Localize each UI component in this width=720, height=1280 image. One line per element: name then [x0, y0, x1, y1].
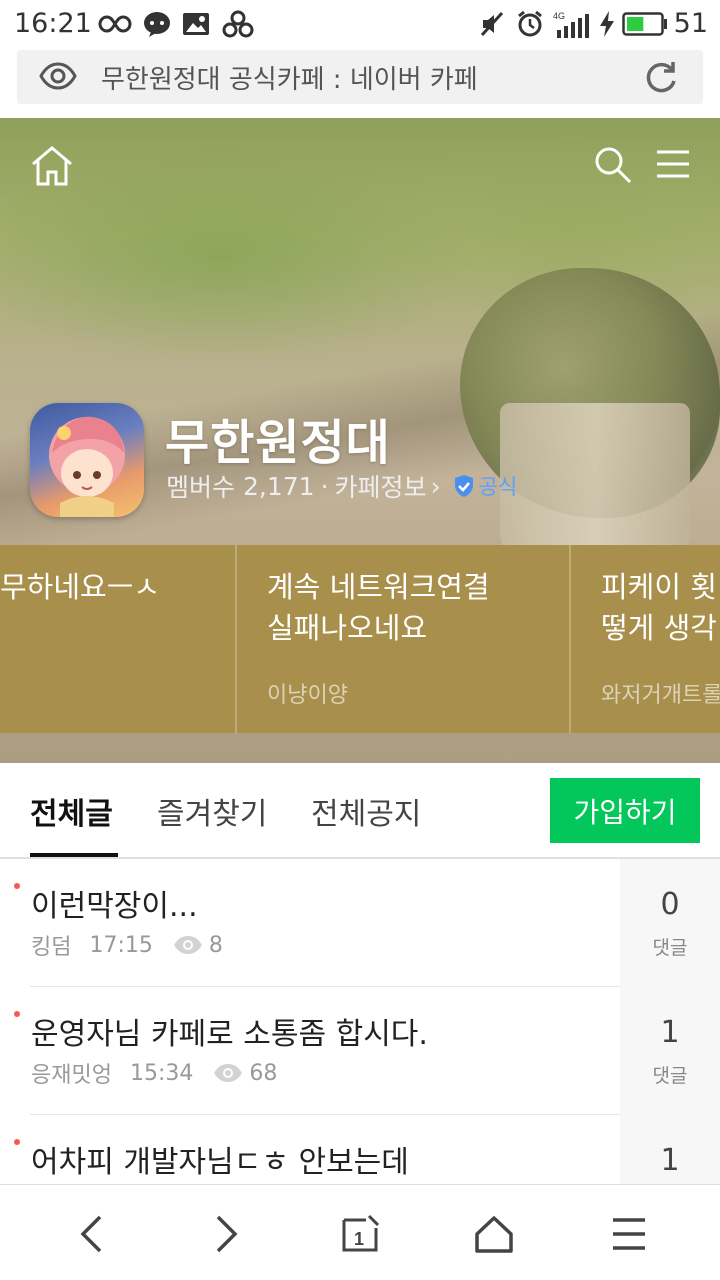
app-notification-icon — [222, 10, 254, 38]
post-title[interactable]: 운영자님 카페로 소통좀 합시다. — [31, 1009, 428, 1053]
search-icon[interactable] — [594, 146, 632, 188]
active-tab-indicator — [30, 853, 118, 857]
post-list-item[interactable]: 어차피 개발자님ㄷㅎ 안보는데 1 — [0, 1115, 720, 1184]
back-arrow-icon[interactable] — [66, 1209, 116, 1259]
view-count-eye-icon — [173, 935, 203, 955]
eye-icon[interactable] — [39, 62, 77, 94]
popular-card-title: 계속 네트워크연결 실패나오네요 — [267, 570, 490, 645]
popular-card[interactable]: 피케이 횟 떻게 생각 와저거개트롤 — [571, 545, 720, 733]
popular-card-title: 무하네요ㅡㅅ — [0, 570, 161, 604]
comment-label: 댓글 — [652, 1065, 688, 1087]
new-post-dot-icon — [14, 883, 20, 889]
popular-card-author: 와저거개트롤 — [601, 683, 720, 708]
home-icon[interactable] — [30, 146, 74, 190]
post-time: 17:15 — [89, 932, 153, 958]
battery-icon — [622, 10, 668, 38]
new-post-dot-icon — [14, 1011, 20, 1017]
reload-icon[interactable] — [643, 59, 679, 99]
post-meta: 응재밋엉 15:34 68 — [31, 1057, 277, 1089]
board-tabs: 전체글 즐겨찾기 전체공지 가입하기 — [0, 763, 720, 859]
browser-bottom-nav: 1 — [0, 1184, 720, 1280]
post-author: 킹덤 — [31, 935, 72, 960]
status-bar: 16:21 4G 51 — [0, 0, 720, 50]
view-count-eye-icon — [213, 1063, 243, 1083]
comment-count: 1 — [660, 1015, 680, 1050]
chat-bubble-icon — [143, 10, 171, 38]
cafe-name: 무한원정대 — [165, 415, 391, 471]
network-type-label: 4G — [553, 11, 565, 21]
tabs-icon[interactable]: 1 — [335, 1209, 385, 1259]
infinity-icon — [98, 10, 132, 38]
tab-favorites[interactable]: 즐겨찾기 — [157, 789, 267, 833]
charging-bolt-icon — [598, 10, 616, 38]
chevron-right-icon[interactable]: › — [431, 472, 441, 501]
comment-count-box[interactable]: 0 댓글 — [620, 859, 720, 987]
comment-count: 0 — [660, 887, 680, 922]
shield-check-icon — [454, 475, 473, 497]
post-title[interactable]: 어차피 개발자님ㄷㅎ 안보는데 — [31, 1137, 409, 1181]
separator-dot-icon: · — [320, 471, 329, 501]
tab-count: 1 — [354, 1229, 364, 1249]
address-bar[interactable]: 무한원정대 공식카페 : 네이버 카페 — [17, 50, 703, 104]
post-author: 응재밋엉 — [31, 1063, 112, 1088]
post-list-item[interactable]: 운영자님 카페로 소통좀 합시다. 응재밋엉 15:34 68 1 댓글 — [0, 987, 720, 1115]
cafe-avatar[interactable] — [30, 403, 144, 517]
join-cafe-button[interactable]: 가입하기 — [550, 778, 700, 843]
mute-icon — [478, 10, 506, 38]
member-label: 멤버수 — [166, 473, 236, 502]
post-title[interactable]: 이런막장이... — [31, 881, 198, 925]
popular-card[interactable]: 무하네요ㅡㅅ — [0, 545, 237, 733]
browser-menu-icon[interactable] — [604, 1209, 654, 1259]
new-post-dot-icon — [14, 1139, 20, 1145]
forward-arrow-icon[interactable] — [202, 1209, 252, 1259]
post-meta: 킹덤 17:15 8 — [31, 929, 223, 961]
status-time: 16:21 — [14, 8, 92, 39]
post-views: 68 — [249, 1060, 278, 1086]
post-list-item[interactable]: 이런막장이... 킹덤 17:15 8 0 댓글 — [0, 859, 720, 987]
post-time: 15:34 — [129, 1060, 194, 1086]
page-title[interactable]: 무한원정대 공식카페 : 네이버 카페 — [101, 59, 478, 96]
battery-level: 51 — [673, 8, 708, 39]
tab-all-posts[interactable]: 전체글 — [30, 789, 113, 833]
cafe-meta: 멤버수 2,171 · 카페정보 › 공식 — [166, 468, 517, 504]
popular-card[interactable]: 계속 네트워크연결 실패나오네요 이냥이양 — [237, 545, 571, 733]
image-notification-icon — [182, 10, 210, 38]
popular-posts-carousel[interactable]: 무하네요ㅡㅅ 계속 네트워크연결 실패나오네요 이냥이양 피케이 횟 떻게 생각… — [0, 545, 720, 733]
menu-icon[interactable] — [656, 150, 690, 182]
comment-count: 1 — [660, 1143, 680, 1178]
hero-background-pot — [500, 403, 690, 563]
alarm-icon — [516, 10, 544, 38]
cafe-info-link[interactable]: 카페정보 — [335, 468, 427, 504]
tab-notices[interactable]: 전체공지 — [311, 789, 421, 833]
comment-label: 댓글 — [652, 937, 688, 959]
comment-count-box[interactable]: 1 댓글 — [620, 987, 720, 1115]
official-badge: 공식 — [453, 471, 518, 501]
signal-icon: 4G — [553, 10, 591, 38]
post-views: 8 — [208, 932, 223, 958]
comment-count-box[interactable]: 1 — [620, 1115, 720, 1184]
official-badge-label: 공식 — [478, 475, 518, 499]
popular-card-title: 피케이 횟 떻게 생각 — [601, 570, 717, 645]
browser-home-icon[interactable] — [469, 1209, 519, 1259]
member-count: 2,171 — [243, 471, 315, 501]
popular-card-author: 이냥이양 — [267, 683, 348, 708]
